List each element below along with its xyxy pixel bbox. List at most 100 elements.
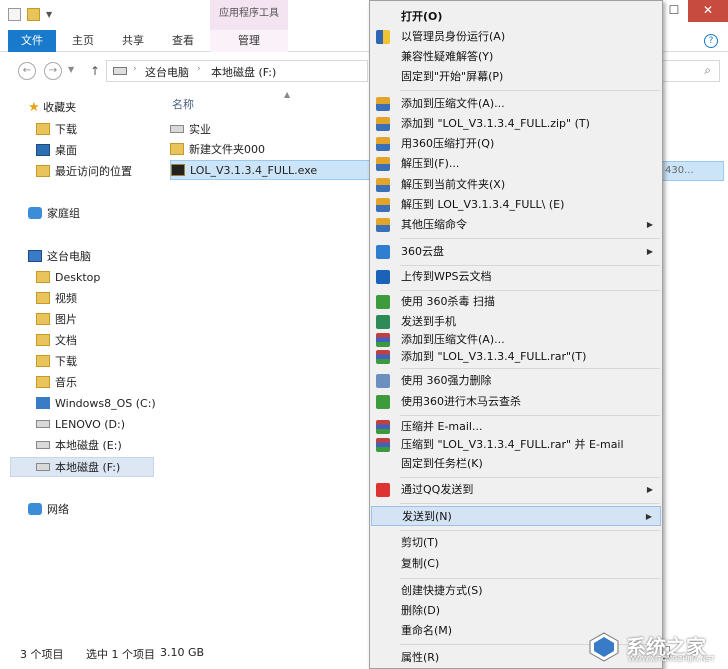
menu-item-add-zip[interactable]: 添加到 "LOL_V3.1.3.4_FULL.zip" (T) (371, 114, 661, 134)
up-arrow-icon[interactable]: ↑ (90, 64, 100, 78)
nav-item-downloads-pc[interactable]: 下载 (36, 352, 77, 372)
nav-this-pc[interactable]: 这台电脑 (28, 247, 91, 267)
close-button[interactable]: ✕ (688, 0, 728, 22)
menu-item-open[interactable]: 打开(O) (371, 7, 661, 27)
file-row[interactable]: 新建文件夹000 (170, 140, 265, 160)
folder-icon (36, 123, 50, 135)
maximize-button[interactable]: ☐ (660, 0, 688, 22)
qq-penguin-icon (376, 483, 390, 497)
desktop-icon (36, 144, 50, 156)
status-selected: 选中 1 个项目 (86, 648, 155, 661)
tab-file[interactable]: 文件 (8, 30, 56, 52)
context-tab-group-label: 应用程序工具 (210, 0, 288, 30)
menu-item-extract-folder[interactable]: 解压到 LOL_V3.1.3.4_FULL\ (E) (371, 195, 661, 215)
breadcrumb-this-pc[interactable]: 这台电脑 (145, 64, 189, 80)
search-input[interactable]: ⌕ (660, 60, 720, 82)
menu-item-pin-taskbar[interactable]: 固定到任务栏(K) (371, 454, 661, 474)
network-icon (28, 503, 42, 515)
menu-item-send-phone[interactable]: 发送到手机 (371, 312, 661, 332)
menu-separator (400, 415, 660, 416)
menu-item-extract-to[interactable]: 解压到(F)... (371, 154, 661, 174)
360-cloud-icon (376, 245, 390, 259)
nav-homegroup[interactable]: 家庭组 (28, 204, 80, 224)
menu-item-copy[interactable]: 复制(C) (371, 554, 661, 574)
menu-item-add-rar[interactable]: 添加到 "LOL_V3.1.3.4_FULL.rar"(T) (371, 347, 661, 367)
menu-item-extract-here[interactable]: 解压到当前文件夹(X) (371, 175, 661, 195)
menu-item-run-as-admin[interactable]: 以管理员身份运行(A) (371, 27, 661, 47)
tab-view[interactable]: 查看 (162, 30, 204, 52)
drive-icon (113, 67, 127, 75)
back-button[interactable]: ← (18, 62, 36, 80)
chevron-right-icon[interactable]: › (197, 64, 201, 74)
menu-item-add-archive[interactable]: 添加到压缩文件(A)... (371, 94, 661, 114)
address-bar[interactable]: › 这台电脑 › 本地磁盘 (F:) (106, 60, 368, 82)
selected-row-size-cell[interactable]: 430... (660, 161, 724, 181)
chevron-right-icon[interactable]: › (133, 64, 137, 74)
360zip-icon (376, 117, 390, 131)
menu-separator (400, 530, 660, 531)
drive-icon (36, 463, 50, 471)
nav-item-desktop[interactable]: 桌面 (36, 141, 77, 161)
file-row-selected[interactable]: LOL_V3.1.3.4_FULL.exe (170, 160, 385, 180)
menu-item-create-shortcut[interactable]: 创建快捷方式(S) (371, 581, 661, 601)
360zip-icon (376, 218, 390, 232)
folder-icon (36, 355, 50, 367)
help-icon[interactable]: ? (704, 34, 718, 48)
menu-item-delete[interactable]: 删除(D) (371, 601, 661, 621)
tab-share[interactable]: 共享 (112, 30, 154, 52)
menu-item-compress-rar-email[interactable]: 压缩到 "LOL_V3.1.3.4_FULL.rar" 并 E-mail (371, 435, 661, 455)
watermark: 系统之家 WWW.XITONGZHIJIA.NET (588, 627, 724, 667)
menu-item-wps-upload[interactable]: 上传到WPS云文档 (371, 267, 661, 287)
menu-item-force-delete[interactable]: 使用 360强力删除 (371, 371, 661, 391)
menu-item-qq-send[interactable]: 通过QQ发送到 ▶ (371, 480, 661, 500)
nav-item-desktop-pc[interactable]: Desktop (36, 268, 100, 288)
menu-item-open-360[interactable]: 用360压缩打开(Q) (371, 134, 661, 154)
nav-item-pictures[interactable]: 图片 (36, 310, 77, 330)
forward-button[interactable]: → (44, 62, 62, 80)
menu-item-compress-email[interactable]: 压缩并 E-mail... (371, 417, 661, 437)
menu-item-cut[interactable]: 剪切(T) (371, 533, 661, 553)
360zip-icon (376, 137, 390, 151)
folder-icon (36, 271, 50, 283)
watermark-logo-icon (589, 632, 619, 662)
shredder-icon (376, 374, 390, 388)
menu-item-trojan-scan[interactable]: 使用360进行木马云查杀 (371, 392, 661, 412)
star-icon: ★ (28, 100, 40, 115)
nav-item-videos[interactable]: 视频 (36, 289, 77, 309)
nav-item-drive-d[interactable]: LENOVO (D:) (36, 415, 125, 435)
customize-dropdown-icon[interactable]: ▼ (46, 10, 52, 19)
nav-network[interactable]: 网络 (28, 500, 69, 520)
drive-icon (36, 420, 50, 428)
nav-item-drive-e[interactable]: 本地磁盘 (E:) (36, 436, 122, 456)
menu-separator (400, 90, 660, 91)
menu-item-pin-start[interactable]: 固定到"开始"屏幕(P) (371, 67, 661, 87)
tab-home[interactable]: 主页 (62, 30, 104, 52)
column-header-name[interactable]: 名称 (172, 96, 194, 112)
context-menu: 打开(O) 以管理员身份运行(A) 兼容性疑难解答(Y) 固定到"开始"屏幕(P… (369, 0, 663, 669)
uac-shield-icon (376, 30, 390, 44)
menu-item-send-to[interactable]: 发送到(N) ▶ (371, 506, 661, 526)
file-list: ▲ 名称 实业 新建文件夹000 LOL_V3.1.3.4_FULL.exe (156, 90, 385, 640)
recent-locations-icon[interactable]: ▼ (68, 65, 74, 74)
nav-item-music[interactable]: 音乐 (36, 373, 77, 393)
menu-item-other-compress[interactable]: 其他压缩命令 ▶ (371, 215, 661, 235)
menu-item-360-cloud[interactable]: 360云盘 ▶ (371, 242, 661, 262)
nav-item-downloads[interactable]: 下载 (36, 120, 77, 140)
file-row[interactable]: 实业 (170, 120, 211, 140)
menu-separator (400, 238, 660, 239)
tab-manage[interactable]: 管理 (210, 30, 288, 52)
winrar-icon (376, 420, 390, 434)
breadcrumb-drive-f[interactable]: 本地磁盘 (F:) (211, 64, 276, 80)
new-folder-icon[interactable] (27, 8, 40, 21)
nav-favorites[interactable]: ★ 收藏夹 (28, 98, 76, 118)
nav-item-drive-f[interactable]: 本地磁盘 (F:) (10, 457, 154, 477)
menu-separator (400, 265, 660, 266)
menu-item-compat[interactable]: 兼容性疑难解答(Y) (371, 47, 661, 67)
360-antivirus-icon (376, 295, 390, 309)
menu-item-360-scan[interactable]: 使用 360杀毒 扫描 (371, 292, 661, 312)
nav-item-recent[interactable]: 最近访问的位置 (36, 162, 132, 182)
nav-item-drive-c[interactable]: Windows8_OS (C:) (36, 394, 156, 414)
status-item-count: 3 个项目 (20, 648, 64, 661)
nav-item-documents[interactable]: 文档 (36, 331, 77, 351)
properties-icon[interactable] (8, 8, 21, 21)
